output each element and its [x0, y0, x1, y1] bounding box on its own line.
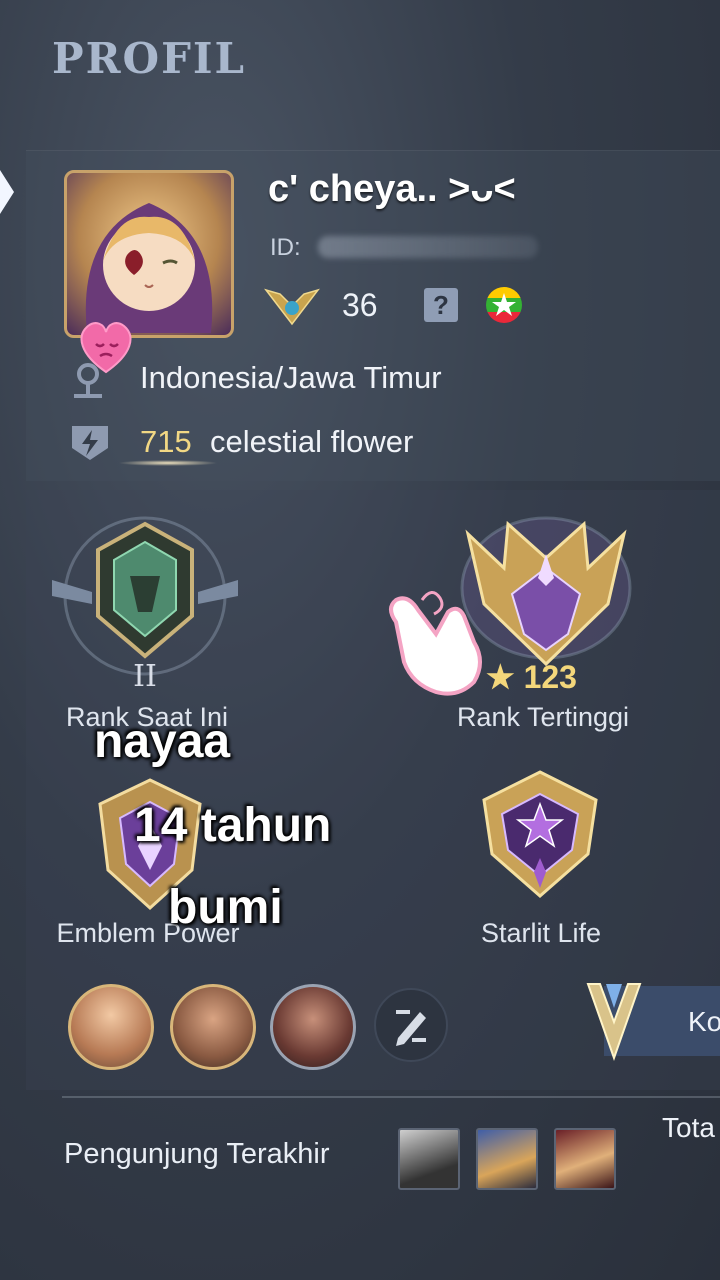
edit-icon: [396, 1010, 426, 1046]
player-name: c' cheya.. >ᴗ<: [268, 168, 516, 210]
location-pin-icon: [74, 363, 102, 398]
favorite-hero-avatar[interactable]: [270, 984, 356, 1070]
overlay-text-line-3: bumi: [168, 881, 283, 934]
location-text: Indonesia/Jawa Timur: [140, 360, 442, 395]
rank-stars: ★ 123: [486, 659, 577, 695]
points-value: 715: [140, 424, 192, 459]
visitor-avatar[interactable]: [554, 1128, 616, 1190]
rank-tier-mark: II: [133, 659, 157, 694]
favorite-hero-avatar[interactable]: [170, 984, 256, 1070]
back-arrow-icon[interactable]: [0, 170, 14, 214]
level-badge-icon: [264, 288, 320, 326]
edit-heroes-button[interactable]: [374, 988, 448, 1062]
rank-highest-label: Rank Tertinggi: [456, 702, 630, 732]
glow-decoration: [118, 460, 218, 466]
points-label: celestial flower: [210, 424, 414, 459]
visitor-avatar[interactable]: [476, 1128, 538, 1190]
player-id-redacted: [318, 236, 538, 258]
finger-heart-sticker-icon: [389, 591, 482, 696]
recent-visitors-label: Pengunjung Terakhir: [64, 1138, 330, 1170]
total-label: Tota: [662, 1112, 715, 1143]
level-value: 36: [342, 287, 378, 323]
starlit-life-icon[interactable]: [470, 764, 610, 904]
country-flag-icon[interactable]: [484, 285, 524, 325]
player-id-label: ID:: [270, 234, 301, 261]
page-title: PROFIL: [52, 34, 247, 83]
help-icon[interactable]: ?: [424, 288, 458, 322]
divider: [62, 1096, 720, 1098]
avatar[interactable]: [64, 170, 234, 338]
overlay-text-line-2: 14 tahun: [134, 799, 332, 852]
lightning-shield-icon: [72, 426, 108, 460]
visitor-avatar[interactable]: [398, 1128, 460, 1190]
overlay-text-line-1: nayaa: [94, 715, 231, 768]
rank-current-badge-icon[interactable]: II: [52, 516, 238, 696]
rank-tab-label[interactable]: Ko: [688, 1006, 720, 1038]
starlit-life-label: Starlit Life: [480, 918, 602, 948]
favorite-hero-avatar[interactable]: [68, 984, 154, 1070]
